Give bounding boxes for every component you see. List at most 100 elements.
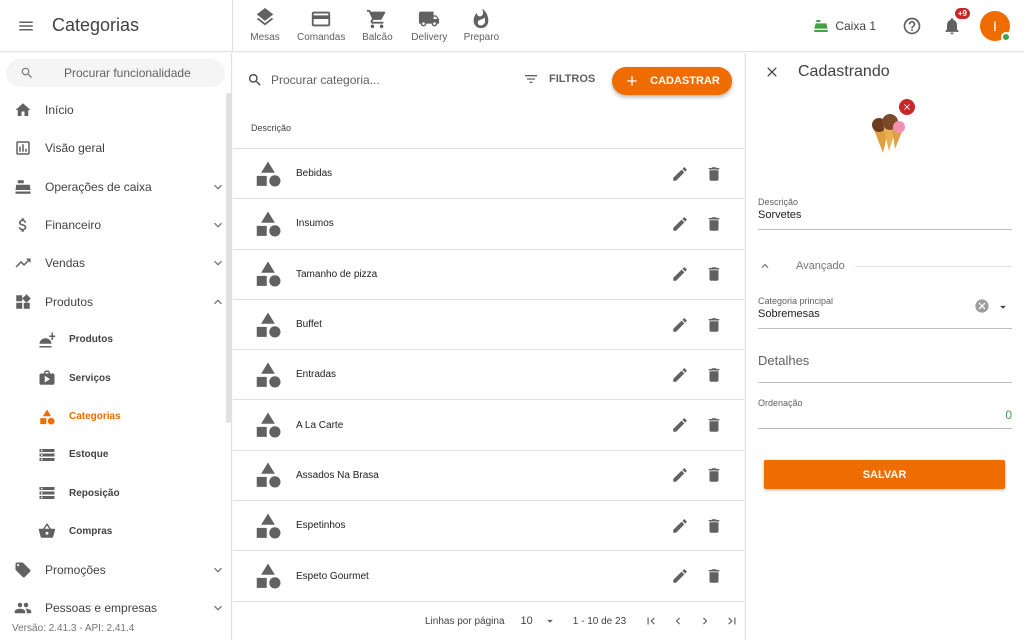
search-placeholder: Procurar funcionalidade (64, 66, 191, 80)
sidebar-item-produtos[interactable]: Produtos (0, 282, 228, 320)
table-row[interactable]: Espetinhos (233, 501, 744, 552)
sidebar-subitem-categorias[interactable]: Categorias (0, 397, 228, 435)
delete-icon[interactable] (705, 517, 723, 535)
table-row[interactable]: A La Carte (233, 400, 744, 451)
edit-icon[interactable] (671, 567, 689, 585)
edit-icon[interactable] (671, 466, 689, 484)
category-shapes-icon (253, 460, 283, 490)
nav-label: Comandas (297, 32, 346, 43)
table-row[interactable]: Insumos (233, 199, 744, 250)
caixa-label: Caixa 1 (835, 18, 876, 33)
category-list-panel: Procurar categoria... FILTROS CADASTRAR … (233, 53, 744, 640)
delete-icon[interactable] (705, 567, 723, 585)
edit-icon[interactable] (671, 165, 689, 183)
nav-mesas[interactable]: Mesas (239, 0, 291, 52)
delete-icon[interactable] (705, 416, 723, 434)
descricao-input[interactable]: Sorvetes (758, 209, 1012, 229)
categoria-principal-field[interactable]: Categoria principal Sobremesas (758, 296, 1012, 329)
table-row[interactable]: Bebidas (233, 149, 744, 200)
sidebar-menu: Início Visão geral Operações de caixa Fi… (0, 91, 228, 627)
table-row[interactable]: Buffet (233, 300, 744, 351)
sidebar-item-promocoes[interactable]: Promoções (0, 551, 228, 589)
delete-icon[interactable] (705, 165, 723, 183)
category-name: Espetinhos (296, 520, 346, 532)
filters-button[interactable]: FILTROS (523, 71, 595, 87)
sidebar-item-inicio[interactable]: Início (0, 91, 228, 129)
detalhes-input[interactable]: Detalhes (758, 353, 1012, 382)
ordenacao-field[interactable]: Ordenação 0 (758, 398, 1012, 429)
top-nav: Mesas Comandas Balcão Delivery Preparo (239, 0, 507, 52)
nav-preparo[interactable]: Preparo (455, 0, 507, 52)
sidebar-item-label: Operações de caixa (45, 179, 152, 194)
ordenacao-input[interactable]: 0 (758, 408, 1012, 428)
clear-icon[interactable] (974, 298, 990, 314)
last-page-icon[interactable] (725, 614, 739, 628)
sidebar-subitem-compras[interactable]: Compras (0, 512, 228, 550)
rows-per-page-select[interactable]: 10 (521, 614, 557, 628)
add-label: CADASTRAR (650, 75, 720, 87)
category-name: Bebidas (296, 168, 333, 180)
nav-label: Balcão (362, 32, 393, 43)
close-icon[interactable] (764, 64, 780, 80)
advanced-toggle[interactable]: Avançado (758, 259, 1012, 273)
add-category-button[interactable]: CADASTRAR (612, 67, 732, 95)
notifications-button[interactable]: +9 (940, 7, 970, 38)
category-search-input[interactable]: Procurar categoria... (271, 73, 380, 87)
avatar[interactable]: I (980, 10, 1011, 42)
descricao-field[interactable]: Descrição Sorvetes (758, 197, 1012, 230)
table-row[interactable]: Espeto Gourmet (233, 551, 744, 602)
delete-icon[interactable] (705, 316, 723, 334)
header-actions: Caixa 1 +9 I (813, 0, 1024, 52)
layers-icon (256, 8, 274, 26)
delete-icon[interactable] (705, 466, 723, 484)
help-button[interactable] (900, 14, 924, 38)
sidebar-item-label: Serviços (69, 372, 111, 384)
remove-image-button[interactable] (899, 99, 915, 115)
fire-icon (474, 8, 489, 29)
column-header-descricao[interactable]: Descrição (233, 107, 744, 149)
briefcase-play-icon (39, 370, 55, 385)
menu-button[interactable] (0, 0, 52, 52)
delete-icon[interactable] (705, 366, 723, 384)
save-button[interactable]: SALVAR (764, 460, 1005, 489)
edit-icon[interactable] (671, 517, 689, 535)
edit-icon[interactable] (671, 265, 689, 283)
delete-icon[interactable] (705, 215, 723, 233)
sidebar-subitem-produtos[interactable]: Produtos (0, 321, 228, 359)
nav-balcao[interactable]: Balcão (351, 0, 403, 52)
previous-page-icon[interactable] (671, 614, 685, 628)
sidebar-item-operacoes-caixa[interactable]: Operações de caixa (0, 168, 228, 206)
dropdown-arrow-icon[interactable] (996, 300, 1010, 314)
nav-delivery[interactable]: Delivery (403, 0, 455, 52)
sidebar-item-vendas[interactable]: Vendas (0, 244, 228, 282)
rows-per-page-value: 10 (520, 615, 533, 627)
next-page-icon[interactable] (698, 614, 712, 628)
sidebar-subitem-servicos[interactable]: Serviços (0, 359, 228, 397)
nav-comandas[interactable]: Comandas (291, 0, 351, 52)
table-row[interactable]: Assados Na Brasa (233, 451, 744, 502)
edit-icon[interactable] (671, 366, 689, 384)
sidebar-item-label: Categorias (69, 411, 121, 423)
caixa-button[interactable]: Caixa 1 (813, 18, 876, 34)
delete-icon[interactable] (705, 265, 723, 283)
cart-icon (367, 9, 386, 29)
sidebar-item-visao-geral[interactable]: Visão geral (0, 129, 228, 167)
sidebar-subitem-estoque[interactable]: Estoque (0, 436, 228, 474)
edit-icon[interactable] (671, 316, 689, 334)
table-row[interactable]: Entradas (233, 350, 744, 401)
first-page-icon[interactable] (644, 614, 658, 628)
edit-icon[interactable] (671, 416, 689, 434)
ice-cream-image[interactable] (859, 109, 915, 153)
table-row[interactable]: Tamanho de pizza (233, 250, 744, 300)
filter-icon (525, 75, 537, 83)
category-name: Insumos (296, 218, 334, 230)
sidebar-search-input[interactable]: Procurar funcionalidade (6, 59, 225, 87)
sidebar-item-pessoas-empresas[interactable]: Pessoas e empresas (0, 589, 228, 627)
sidebar-item-label: Financeiro (45, 218, 102, 233)
help-icon (903, 17, 921, 34)
sidebar-item-financeiro[interactable]: Financeiro (0, 206, 228, 244)
sidebar-subitem-reposicao[interactable]: Reposição (0, 474, 228, 512)
edit-icon[interactable] (671, 215, 689, 233)
detalhes-field[interactable]: Detalhes (758, 353, 1012, 383)
tag-icon (15, 562, 31, 578)
